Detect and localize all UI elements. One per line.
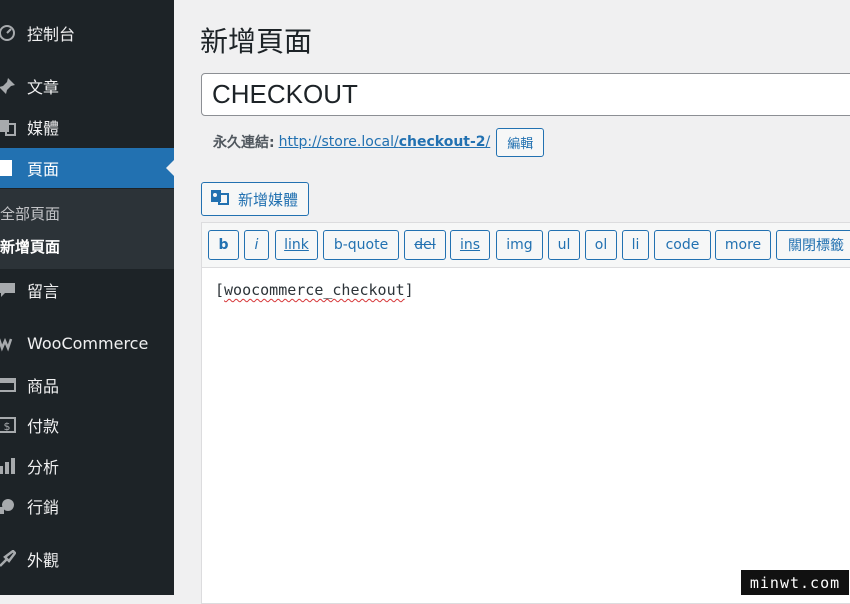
quicktag-code-button[interactable]: code xyxy=(654,230,711,260)
sidebar-item-dashboard[interactable]: 控制台 xyxy=(0,13,174,53)
edit-slug-button[interactable]: 編輯 xyxy=(496,127,545,157)
sidebar-item-label: 文章 xyxy=(27,78,60,97)
sidebar-item-label: 商品 xyxy=(27,377,60,396)
sidebar-item-analytics[interactable]: 分析 xyxy=(0,446,174,486)
submenu-all-pages[interactable]: 全部頁面 xyxy=(0,203,60,224)
sidebar-item-label: 外觀 xyxy=(27,551,60,570)
sidebar-item-label: 付款 xyxy=(27,417,60,436)
analytics-icon xyxy=(0,457,16,475)
sidebar-item-pages[interactable]: 頁面 xyxy=(0,148,174,188)
sidebar-item-posts[interactable]: 文章 xyxy=(0,66,174,106)
payments-icon: $ xyxy=(0,416,16,434)
woocommerce-icon xyxy=(0,334,16,352)
quicktag-img-button[interactable]: img xyxy=(496,230,543,260)
quicktag-li-button[interactable]: li xyxy=(622,230,649,260)
dashboard-icon xyxy=(0,24,16,42)
quicktag-bquote-button[interactable]: b-quote xyxy=(323,230,399,260)
quicktags-toolbar: b i link b-quote del ins img ul ol li co… xyxy=(202,223,850,268)
watermark: minwt.com xyxy=(741,570,849,595)
sidebar-item-media[interactable]: 媒體 xyxy=(0,107,174,147)
quicktag-bold-button[interactable]: b xyxy=(208,230,239,260)
add-media-label: 新增媒體 xyxy=(238,190,299,209)
text-editor: b i link b-quote del ins img ul ol li co… xyxy=(201,222,850,604)
permalink-row: 永久連結: http://store.local/checkout-2/ 編輯 xyxy=(213,127,545,157)
media-icon xyxy=(210,188,230,210)
sidebar-item-label: 頁面 xyxy=(27,160,60,179)
appearance-icon xyxy=(0,550,16,568)
shortcode-text: woocommerce_checkout xyxy=(224,281,405,299)
sidebar-item-payments[interactable]: $ 付款 xyxy=(0,405,174,445)
quicktag-italic-button[interactable]: i xyxy=(244,230,269,260)
sidebar-item-label: 留言 xyxy=(27,282,60,301)
sidebar-item-label: 分析 xyxy=(27,458,60,477)
sidebar-item-woocommerce[interactable]: WooCommerce xyxy=(0,323,174,363)
page-icon xyxy=(0,159,16,177)
sidebar-item-products[interactable]: 商品 xyxy=(0,365,174,405)
page-title: 新增頁面 xyxy=(200,25,313,58)
quicktag-ul-button[interactable]: ul xyxy=(548,230,580,260)
quicktag-del-button[interactable]: del xyxy=(404,230,446,260)
pin-icon xyxy=(0,77,16,95)
sidebar-item-label: WooCommerce xyxy=(27,333,149,353)
permalink-label: 永久連結: xyxy=(213,135,275,151)
quicktag-ol-button[interactable]: ol xyxy=(585,230,617,260)
comment-icon xyxy=(0,281,16,299)
svg-text:$: $ xyxy=(4,420,11,433)
sidebar-item-label: 控制台 xyxy=(27,25,76,44)
permalink-link[interactable]: http://store.local/checkout-2/ xyxy=(279,134,491,150)
media-icon xyxy=(0,118,16,136)
sidebar-item-label: 媒體 xyxy=(27,119,60,138)
post-title-input[interactable] xyxy=(201,73,850,116)
add-media-button[interactable]: 新增媒體 xyxy=(201,182,310,216)
permalink-url-trailing: / xyxy=(485,134,491,150)
admin-sidebar: 控制台 文章 媒體 頁面 全部頁面 新增頁面 留言 WooCommerce 商品… xyxy=(0,0,174,595)
marketing-icon xyxy=(0,497,16,515)
products-icon xyxy=(0,376,16,394)
quicktag-more-button[interactable]: more xyxy=(715,230,771,260)
sidebar-item-label: 行銷 xyxy=(27,498,60,517)
submenu-add-new-page[interactable]: 新增頁面 xyxy=(0,236,60,257)
shortcode-close-bracket: ] xyxy=(404,281,414,299)
quicktag-ins-button[interactable]: ins xyxy=(450,230,490,260)
quicktag-close-tags-button[interactable]: 關閉標籤 xyxy=(776,230,850,260)
permalink-url-base: http://store.local/ xyxy=(278,134,399,150)
permalink-slug: checkout-2 xyxy=(398,134,486,150)
quicktag-link-button[interactable]: link xyxy=(275,230,318,260)
sidebar-item-appearance[interactable]: 外觀 xyxy=(0,539,174,579)
sidebar-item-comments[interactable]: 留言 xyxy=(0,270,174,310)
editor-content[interactable]: [woocommerce_checkout] xyxy=(215,281,414,299)
pages-submenu: 全部頁面 新增頁面 xyxy=(0,189,174,269)
sidebar-item-marketing[interactable]: 行銷 xyxy=(0,486,174,526)
shortcode-open-bracket: [ xyxy=(215,281,225,299)
